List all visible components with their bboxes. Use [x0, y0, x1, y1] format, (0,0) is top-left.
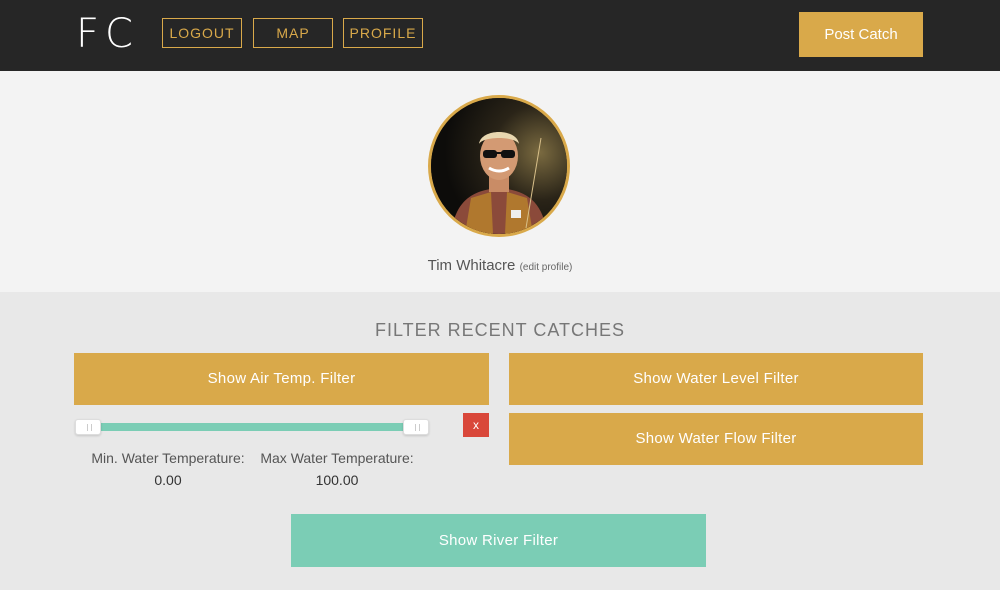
- show-water-level-filter-button[interactable]: Show Water Level Filter: [509, 353, 923, 405]
- min-water-temp-label: Min. Water Temperature:: [91, 450, 245, 466]
- min-temp-slider-handle[interactable]: [75, 419, 101, 435]
- avatar: [428, 95, 570, 237]
- profile-button[interactable]: PROFILE: [343, 18, 423, 48]
- edit-profile-link[interactable]: (edit profile): [520, 262, 573, 273]
- close-filter-button[interactable]: x: [463, 413, 489, 437]
- profile-section: Tim Whitacre (edit profile): [0, 71, 1000, 292]
- max-water-temp-value: 100.00: [315, 472, 359, 488]
- logout-button[interactable]: LOGOUT: [162, 18, 242, 48]
- post-catch-button[interactable]: Post Catch: [799, 12, 923, 57]
- profile-name-line: Tim Whitacre (edit profile): [0, 257, 1000, 274]
- show-air-temp-filter-button[interactable]: Show Air Temp. Filter: [74, 353, 489, 405]
- max-water-temp-label: Max Water Temperature:: [260, 450, 414, 466]
- max-temp-slider-handle[interactable]: [403, 419, 429, 435]
- profile-name: Tim Whitacre: [427, 257, 516, 274]
- site-logo[interactable]: FC: [76, 10, 139, 58]
- show-river-filter-button[interactable]: Show River Filter: [291, 514, 706, 567]
- show-water-flow-filter-button[interactable]: Show Water Flow Filter: [509, 413, 923, 465]
- filter-section-title: FILTER RECENT CATCHES: [374, 320, 626, 340]
- top-navigation-bar: FC LOGOUT MAP PROFILE Post Catch: [0, 0, 1000, 71]
- water-temp-range-slider[interactable]: [82, 423, 422, 431]
- map-button[interactable]: MAP: [253, 18, 333, 48]
- min-water-temp-value: 0.00: [154, 472, 182, 488]
